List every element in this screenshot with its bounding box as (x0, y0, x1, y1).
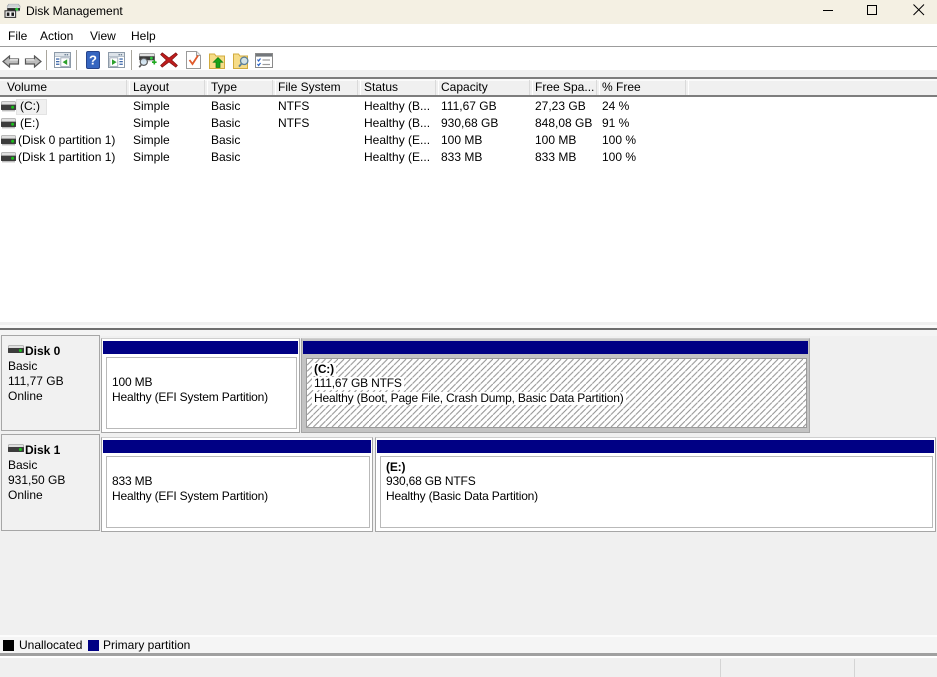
svg-text:?: ? (89, 53, 97, 68)
